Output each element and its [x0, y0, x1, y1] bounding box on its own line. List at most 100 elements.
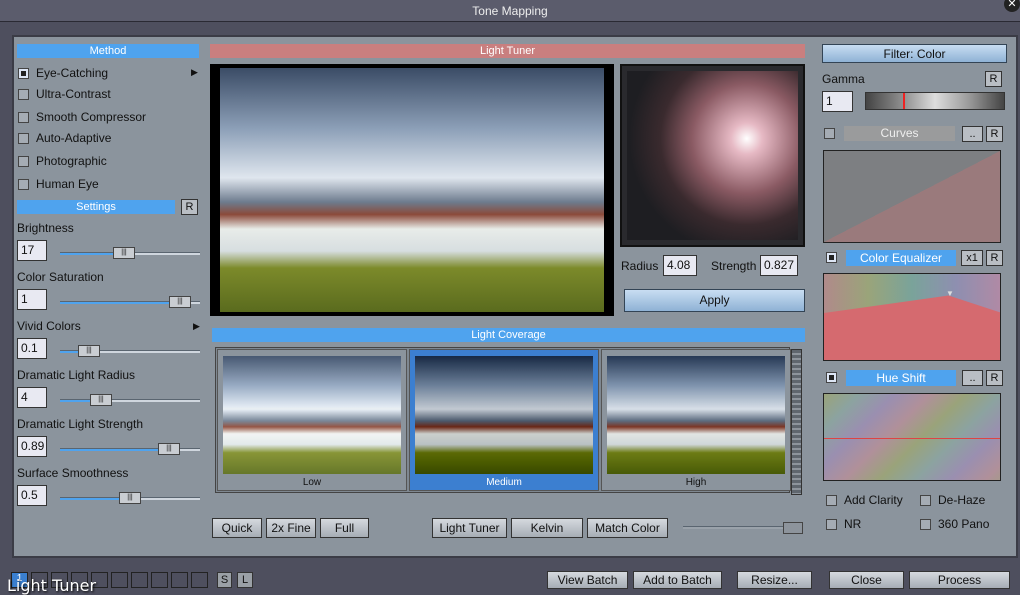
preset-slot[interactable] [111, 572, 128, 588]
thumbnail-image [607, 356, 785, 474]
view-batch-button[interactable]: View Batch [547, 571, 628, 589]
radius-input[interactable]: 4.08 [663, 255, 697, 276]
filter-option-label: NR [844, 517, 862, 531]
method-option[interactable]: Smooth Compressor [18, 110, 146, 124]
filter-option[interactable]: Add Clarity [826, 493, 903, 507]
apply-button[interactable]: Apply [624, 289, 805, 312]
resize-button[interactable]: Resize... [737, 571, 812, 589]
radio-icon[interactable] [18, 88, 29, 100]
method-option[interactable]: Ultra-Contrast [18, 87, 111, 101]
filter-option[interactable]: NR [826, 517, 861, 531]
checkbox[interactable] [920, 494, 931, 506]
process-button[interactable]: Process [909, 571, 1010, 589]
blend-slider[interactable] [683, 522, 803, 534]
settings-header: Settings [17, 200, 175, 214]
full-button[interactable]: Full [320, 518, 369, 538]
method-option[interactable]: Eye-Catching [18, 66, 108, 80]
fine-button[interactable]: 2x Fine [266, 518, 316, 538]
light-tuner-header: Light Tuner [210, 44, 805, 58]
hue-shift-checkbox[interactable] [826, 372, 837, 383]
hue-shift-reset-button[interactable]: R [986, 370, 1003, 386]
method-option-label: Smooth Compressor [36, 110, 147, 124]
radio-icon[interactable] [18, 111, 29, 123]
curves-checkbox[interactable] [824, 128, 835, 139]
thumbnail-label: Medium [486, 477, 522, 488]
kelvin-button[interactable]: Kelvin [511, 518, 583, 538]
radio-icon[interactable] [18, 67, 29, 79]
match-color-button[interactable]: Match Color [587, 518, 668, 538]
equalizer-marker-icon[interactable]: ▼ [946, 289, 954, 298]
method-option-label: Auto-Adaptive [36, 131, 112, 145]
filter-color-header[interactable]: Filter: Color [822, 44, 1007, 63]
hue-shift-graph[interactable] [823, 393, 1001, 481]
filter-option[interactable]: De-Haze [920, 493, 985, 507]
color-equalizer-graph[interactable]: ▼ [823, 273, 1001, 361]
settings-reset-button[interactable]: R [181, 199, 198, 215]
preset-slot[interactable] [171, 572, 188, 588]
load-slot-button[interactable]: L [237, 572, 253, 588]
setting-slider[interactable]: ||| [60, 443, 200, 455]
setting-slider[interactable]: ||| [60, 394, 200, 406]
slider-value-input[interactable]: 0.5 [17, 485, 47, 506]
radio-icon[interactable] [18, 132, 29, 144]
add-to-batch-button[interactable]: Add to Batch [633, 571, 722, 589]
preset-slot[interactable] [131, 572, 148, 588]
save-slot-button[interactable]: S [217, 572, 232, 588]
coverage-thumbnail[interactable]: High [601, 349, 791, 491]
method-option[interactable]: Human Eye [18, 177, 99, 191]
light-sphere[interactable] [627, 71, 798, 240]
light-sphere-box[interactable] [620, 64, 805, 247]
preset-slot[interactable] [151, 572, 168, 588]
preview-image [220, 68, 604, 312]
method-option[interactable]: Photographic [18, 154, 107, 168]
slider-value-input[interactable]: 1 [17, 289, 47, 310]
color-equalizer-reset-button[interactable]: R [986, 250, 1003, 266]
coverage-thumbnail[interactable]: Low [217, 349, 407, 491]
quick-button[interactable]: Quick [212, 518, 262, 538]
thumbnail-label: High [685, 477, 707, 488]
curves-reset-button[interactable]: R [986, 126, 1003, 142]
color-equalizer-checkbox[interactable] [826, 252, 837, 263]
coverage-thumbnail[interactable]: Medium [409, 349, 599, 491]
radius-label: Radius [621, 259, 659, 273]
radio-icon[interactable] [18, 155, 29, 167]
setting-slider[interactable]: ||| [60, 296, 200, 308]
preset-slot[interactable] [191, 572, 208, 588]
slider-value-input[interactable]: 0.1 [17, 338, 47, 359]
light-coverage-header: Light Coverage [212, 328, 805, 342]
preview-frame [210, 64, 614, 316]
gamma-slider[interactable] [865, 92, 1005, 110]
setting-slider[interactable]: ||| [60, 247, 200, 259]
setting-slider[interactable]: ||| [60, 492, 200, 504]
method-header: Method [17, 44, 199, 58]
setting-slider[interactable]: ||| [60, 345, 200, 357]
checkbox[interactable] [826, 518, 837, 530]
thumbnail-scrollbar[interactable] [791, 349, 802, 495]
vivid-arrow-icon[interactable]: ▶ [193, 321, 200, 332]
gamma-reset-button[interactable]: R [985, 71, 1002, 87]
slider-value-input[interactable]: 4 [17, 387, 47, 408]
radio-icon[interactable] [18, 178, 29, 190]
slider-label: Brightness [17, 221, 74, 235]
slider-value-input[interactable]: 17 [17, 240, 47, 261]
curves-options-button[interactable]: .. [962, 126, 983, 142]
checkbox[interactable] [920, 518, 931, 530]
curves-graph[interactable] [823, 150, 1001, 243]
strength-input[interactable]: 0.827 [760, 255, 798, 276]
filter-option-label: De-Haze [938, 493, 986, 507]
title-bar: Tone Mapping [0, 0, 1020, 22]
curves-label: Curves [844, 126, 955, 141]
window-title: Tone Mapping [472, 4, 548, 18]
checkbox[interactable] [826, 494, 837, 506]
gamma-input[interactable]: 1 [822, 91, 853, 112]
slider-label: Dramatic Light Strength [17, 417, 144, 431]
x1-button[interactable]: x1 [961, 250, 983, 266]
filter-option[interactable]: 360 Pano [920, 517, 989, 531]
light-tuner-button[interactable]: Light Tuner [432, 518, 507, 538]
close-button[interactable]: Close [829, 571, 904, 589]
submenu-arrow-icon[interactable]: ▶ [191, 67, 198, 78]
hue-shift-options-button[interactable]: .. [962, 370, 983, 386]
method-option[interactable]: Auto-Adaptive [18, 131, 111, 145]
thumbnail-image [223, 356, 401, 474]
slider-value-input[interactable]: 0.89 [17, 436, 47, 457]
